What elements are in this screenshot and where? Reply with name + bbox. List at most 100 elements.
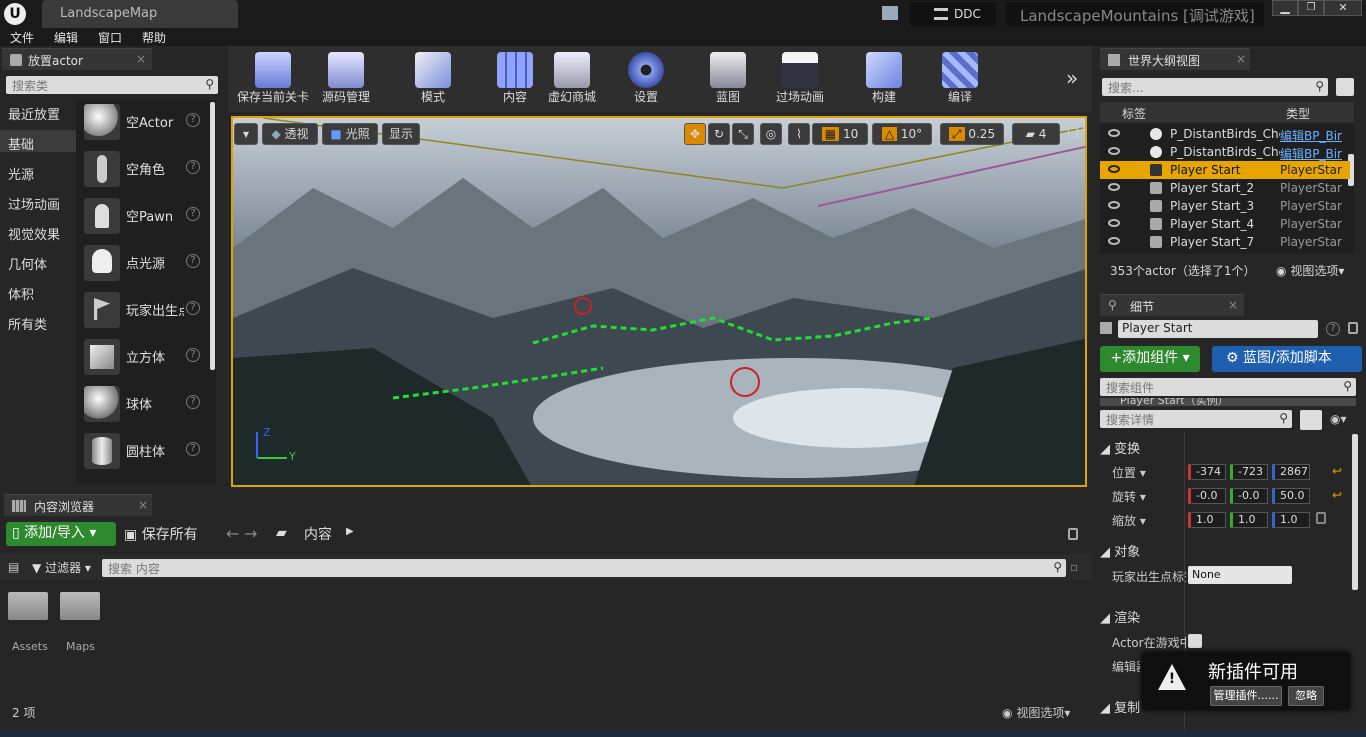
reset-location-icon[interactable]: ↩ (1332, 464, 1342, 478)
viewport-options-button[interactable]: ▾ (234, 123, 258, 145)
source-control-button[interactable]: 源码管理 (316, 50, 376, 108)
level-tab[interactable]: LandscapeMap (42, 0, 238, 28)
help-icon[interactable]: ? (186, 348, 200, 362)
outliner-row-selected[interactable]: Player Start PlayerStart (1100, 161, 1350, 179)
close-tab-icon[interactable]: × (1228, 298, 1238, 312)
close-tab-icon[interactable]: × (136, 52, 146, 66)
scale-y-field[interactable]: 1.0 (1230, 512, 1268, 528)
toolbar-overflow-icon[interactable]: » (1066, 66, 1078, 90)
actor-item-empty-actor[interactable]: 空Actor? (78, 100, 212, 144)
eye-icon[interactable] (1108, 201, 1120, 209)
help-icon[interactable]: ? (1326, 322, 1340, 336)
actor-item-point-light[interactable]: 点光源? (78, 241, 212, 285)
eye-icon[interactable] (1108, 129, 1120, 137)
actor-list-scrollbar[interactable] (210, 102, 215, 370)
section-replication[interactable]: ◢ 复制 (1100, 697, 1140, 716)
place-actor-search[interactable]: 搜索类 ⚲ (6, 76, 218, 94)
build-button[interactable]: 构建 (858, 50, 910, 108)
category-all-classes[interactable]: 所有类 (8, 314, 47, 333)
path-chevron-icon[interactable]: ▶ (346, 526, 354, 537)
save-search-icon[interactable]: ▫ (1070, 560, 1078, 574)
category-geometry[interactable]: 几何体 (8, 254, 47, 273)
lock-icon[interactable] (1348, 322, 1358, 334)
outliner-settings-icon[interactable] (1336, 78, 1354, 96)
content-button[interactable]: 内容 (492, 50, 538, 108)
world-outliner-tab[interactable]: 世界大纲视图 × (1100, 48, 1250, 70)
save-level-button[interactable]: 保存当前关卡 (232, 50, 314, 108)
eye-icon[interactable] (1108, 165, 1120, 173)
scale-lock-icon[interactable] (1316, 512, 1326, 524)
property-matrix-icon[interactable] (1300, 410, 1322, 430)
location-x-field[interactable]: -374 (1188, 464, 1226, 480)
component-list[interactable]: Player Start（实例） (1100, 398, 1356, 406)
rotation-x-field[interactable]: -0.0 (1188, 488, 1226, 504)
row-type[interactable]: 编辑BP_Birds (1280, 145, 1342, 162)
actor-item-empty-pawn[interactable]: 空Pawn? (78, 194, 212, 238)
help-icon[interactable]: ? (186, 395, 200, 409)
outliner-row[interactable]: Player Start_4 PlayerStart (1100, 215, 1350, 233)
actor-item-sphere[interactable]: 球体? (78, 382, 212, 426)
folder-tile[interactable]: Maps (60, 588, 104, 653)
grid-snap-button[interactable]: ▦ 10 (812, 123, 868, 145)
visibility-options-icon[interactable]: ◉▾ (1330, 412, 1347, 426)
category-visual-effects[interactable]: 视觉效果 (8, 224, 60, 243)
rotation-z-field[interactable]: 50.0 (1272, 488, 1310, 504)
menu-edit[interactable]: 编辑 (54, 29, 78, 46)
add-component-button[interactable]: +添加组件 ▾ (1100, 346, 1200, 372)
restore-button[interactable]: ❐ (1298, 0, 1324, 16)
add-import-button[interactable]: ▯ 添加/导入 ▾ (6, 522, 116, 546)
perspective-button[interactable]: ◆ 透视 (262, 123, 318, 145)
modes-button[interactable]: 模式 (402, 50, 464, 108)
player-start-tag-field[interactable]: None (1188, 566, 1292, 584)
outliner-row[interactable]: Player Start_2 PlayerStart (1100, 179, 1350, 197)
path-content[interactable]: 内容 (304, 524, 332, 544)
unreal-logo-icon[interactable]: U (4, 3, 26, 25)
cinematics-button[interactable]: 过场动画 (768, 50, 832, 108)
outliner-row[interactable]: Player Start_3 PlayerStart (1100, 197, 1350, 215)
translate-tool-icon[interactable]: ✥ (684, 123, 706, 145)
outliner-row[interactable]: Player Start_7 PlayerStart (1100, 233, 1350, 251)
settings-button[interactable]: 设置 (620, 50, 672, 108)
category-volumes[interactable]: 体积 (8, 284, 34, 303)
content-view-options[interactable]: ◉ 视图选项▾ (1002, 704, 1070, 721)
details-search[interactable]: 搜索详情 ⚲ (1100, 410, 1292, 428)
compile-button[interactable]: 编译 (936, 50, 984, 108)
eye-icon[interactable] (1108, 237, 1120, 245)
outliner-search[interactable]: 搜索... ⚲ (1102, 78, 1328, 96)
content-search[interactable]: 搜索 内容 ⚲ (102, 559, 1066, 577)
world-space-icon[interactable]: ◎ (760, 123, 782, 145)
help-icon[interactable]: ? (186, 254, 200, 268)
component-search[interactable]: 搜索组件 ⚲ (1100, 378, 1356, 396)
close-tab-icon[interactable]: × (1236, 52, 1246, 66)
actor-hidden-checkbox[interactable] (1188, 634, 1202, 648)
feedback-icon[interactable] (882, 6, 898, 20)
close-button[interactable]: ✕ (1324, 0, 1362, 16)
location-label[interactable]: 位置 ▾ (1112, 464, 1146, 481)
blueprint-script-button[interactable]: ⚙ 蓝图/添加脚本 (1212, 346, 1362, 372)
marketplace-button[interactable]: 虚幻商城 (544, 50, 600, 108)
section-rendering[interactable]: ◢ 渲染 (1100, 607, 1140, 626)
forward-arrow-icon[interactable]: → (244, 524, 257, 543)
save-all-button[interactable]: ▣ 保存所有 (124, 524, 198, 544)
viewport[interactable]: Z Y (231, 116, 1087, 487)
menu-help[interactable]: 帮助 (142, 29, 166, 46)
actor-item-player-start[interactable]: 玩家出生点? (78, 288, 212, 332)
lock-icon[interactable] (1068, 528, 1078, 540)
back-arrow-icon[interactable]: ← (226, 524, 239, 543)
outliner-row[interactable]: P_DistantBirds_Cheap编辑BP_Birds (1100, 143, 1350, 161)
actor-item-empty-character[interactable]: 空角色? (78, 147, 212, 191)
lit-button[interactable]: ■ 光照 (322, 123, 378, 145)
minimize-button[interactable]: ▁ (1272, 0, 1298, 16)
blueprints-button[interactable]: 蓝图 (700, 50, 756, 108)
help-icon[interactable]: ? (186, 207, 200, 221)
eye-icon[interactable] (1108, 183, 1120, 191)
reset-rotation-icon[interactable]: ↩ (1332, 488, 1342, 502)
dismiss-button[interactable]: 忽略 (1288, 686, 1324, 706)
help-icon[interactable]: ? (186, 301, 200, 315)
category-basic[interactable]: 基础 (8, 134, 34, 153)
section-object[interactable]: ◢ 对象 (1100, 541, 1140, 560)
rotate-tool-icon[interactable]: ↻ (708, 123, 730, 145)
folder-tile[interactable]: Assets (8, 588, 52, 653)
actor-item-cube[interactable]: 立方体? (78, 335, 212, 379)
col-type[interactable]: 类型 (1286, 105, 1310, 122)
